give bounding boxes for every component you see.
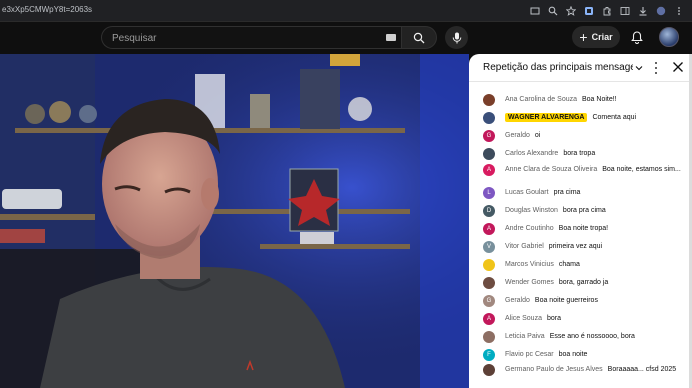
author-avatar[interactable]: G xyxy=(483,295,495,307)
more-options-icon[interactable] xyxy=(653,61,659,75)
menu-icon[interactable] xyxy=(671,4,686,19)
author-avatar[interactable] xyxy=(483,112,495,124)
message-text: pra cima xyxy=(553,189,581,196)
video-frame xyxy=(0,54,469,388)
message-text: Boa noite guerreiros xyxy=(534,297,598,304)
chat-message-list[interactable]: Ana Carolina de Souza Boa Noite!! WAGNER A… xyxy=(469,74,692,388)
account-avatar[interactable] xyxy=(659,27,679,47)
message-text: Boa noite, estamos sim... xyxy=(602,166,681,173)
message-body: Vitor Gabriel primeira vez aqui xyxy=(505,242,683,251)
message-body: Lucas Goulart pra cima xyxy=(505,188,683,197)
message-body: Andre Coutinho Boa noite tropa! xyxy=(505,224,683,233)
author-avatar[interactable] xyxy=(483,331,495,343)
create-button-label: Criar xyxy=(591,32,613,42)
author-name[interactable]: Ana Carolina de Souza xyxy=(505,96,577,103)
browser-toolbar xyxy=(527,3,686,19)
author-avatar[interactable] xyxy=(483,94,495,106)
message-body: Wender Gomes bora, garrado ja xyxy=(505,278,683,287)
author-avatar[interactable] xyxy=(483,364,495,376)
video-player[interactable] xyxy=(0,54,469,388)
youtube-topbar: + Criar xyxy=(0,22,692,54)
author-name[interactable]: Wender Gomes xyxy=(505,279,554,286)
message-body: Anne Clara de Souza Oliveira Boa noite, e… xyxy=(505,165,683,174)
message-text: bora, garrado ja xyxy=(558,279,609,286)
author-name[interactable]: Geraldo xyxy=(505,297,530,304)
sidepanel-icon[interactable] xyxy=(617,4,632,19)
message-body: Geraldo oi xyxy=(505,131,683,140)
app-window: e3xXp5CMWpY8t=2063s + Criar xyxy=(0,0,692,388)
message-body: Geraldo Boa noite guerreiros xyxy=(505,296,683,305)
author-avatar[interactable] xyxy=(483,277,495,289)
author-avatar[interactable] xyxy=(483,148,495,160)
message-body: Alice Souza bora xyxy=(505,314,683,323)
message-body: Douglas Winston bora pra cima xyxy=(505,206,683,215)
author-avatar[interactable]: D xyxy=(483,205,495,217)
plus-icon: + xyxy=(579,29,588,45)
voice-search-button[interactable] xyxy=(445,26,468,49)
author-name[interactable]: Alice Souza xyxy=(505,315,542,322)
message-body: Marcos Vinicius chama xyxy=(505,260,683,269)
message-body: Ana Carolina de Souza Boa Noite!! xyxy=(505,95,683,104)
author-avatar[interactable]: F xyxy=(483,349,495,361)
message-text: bora pra cima xyxy=(562,207,606,214)
browser-address-bar: e3xXp5CMWpY8t=2063s xyxy=(0,0,692,22)
message-text: Comenta aqui xyxy=(592,114,637,121)
message-body: Germano Paulo de Jesus Alves Boraaaaa... … xyxy=(505,365,683,374)
message-text: chama xyxy=(558,261,580,268)
owner-author-name[interactable]: WAGNER ALVARENGA xyxy=(505,113,588,122)
message-body: Carlos Alexandre bora tropa xyxy=(505,149,683,158)
search-button[interactable] xyxy=(401,26,437,49)
author-name[interactable]: Carlos Alexandre xyxy=(505,150,558,157)
cast-icon[interactable] xyxy=(527,4,542,19)
chat-mode-title[interactable]: Repetição das principais mensagen... xyxy=(483,62,633,73)
author-name[interactable]: Germano Paulo de Jesus Alves xyxy=(505,366,603,373)
author-name[interactable]: Geraldo xyxy=(505,132,530,139)
search-icon xyxy=(413,32,425,43)
message-text: bora xyxy=(546,315,561,322)
message-text: Boraaaaa... cfsd 2025 xyxy=(607,366,677,373)
close-icon[interactable] xyxy=(672,61,684,73)
author-name[interactable]: Anne Clara de Souza Oliveira xyxy=(505,166,597,173)
author-avatar[interactable]: A xyxy=(483,223,495,235)
author-avatar[interactable]: G xyxy=(483,130,495,142)
author-avatar[interactable]: V xyxy=(483,241,495,253)
bell-icon xyxy=(631,30,643,44)
message-text: boa noite xyxy=(558,351,588,358)
author-name[interactable]: Marcos Vinicius xyxy=(505,261,554,268)
create-button[interactable]: + Criar xyxy=(572,26,620,48)
extension-icon[interactable] xyxy=(581,4,596,19)
live-chat-panel: Repetição das principais mensagen... Ana… xyxy=(469,54,692,388)
microphone-icon xyxy=(452,32,461,43)
author-name[interactable]: Vitor Gabriel xyxy=(505,243,544,250)
message-text: oi xyxy=(534,132,541,139)
search-box xyxy=(101,26,401,49)
author-name[interactable]: Lucas Goulart xyxy=(505,189,549,196)
message-body: Leticia Paiva Esse ano é nossoooo, bora xyxy=(505,332,683,341)
keyboard-icon[interactable] xyxy=(386,34,396,41)
message-text: primeira vez aqui xyxy=(548,243,603,250)
author-avatar[interactable]: A xyxy=(483,164,495,176)
puzzle-icon[interactable] xyxy=(599,4,614,19)
author-avatar[interactable] xyxy=(483,259,495,271)
search-input[interactable] xyxy=(112,30,372,46)
message-body: WAGNER ALVARENGA Comenta aqui xyxy=(505,113,683,122)
author-name[interactable]: Leticia Paiva xyxy=(505,333,545,340)
address-url[interactable]: e3xXp5CMWpY8t=2063s xyxy=(2,5,92,14)
profile-icon[interactable] xyxy=(653,4,668,19)
author-name[interactable]: Andre Coutinho xyxy=(505,225,554,232)
message-text: bora tropa xyxy=(563,150,596,157)
author-name[interactable]: Douglas Winston xyxy=(505,207,558,214)
author-avatar[interactable]: A xyxy=(483,313,495,325)
author-name[interactable]: Flavio pc Cesar xyxy=(505,351,554,358)
message-text: Boa Noite!! xyxy=(582,96,617,103)
message-text: Boa noite tropa! xyxy=(558,225,609,232)
message-text: Esse ano é nossoooo, bora xyxy=(549,333,635,340)
bookmark-star-icon[interactable] xyxy=(563,4,578,19)
chevron-down-icon[interactable] xyxy=(634,63,644,73)
notifications-button[interactable] xyxy=(628,28,646,46)
author-avatar[interactable]: L xyxy=(483,187,495,199)
message-body: Flavio pc Cesar boa noite xyxy=(505,350,683,359)
zoom-icon[interactable] xyxy=(545,4,560,19)
download-icon[interactable] xyxy=(635,4,650,19)
